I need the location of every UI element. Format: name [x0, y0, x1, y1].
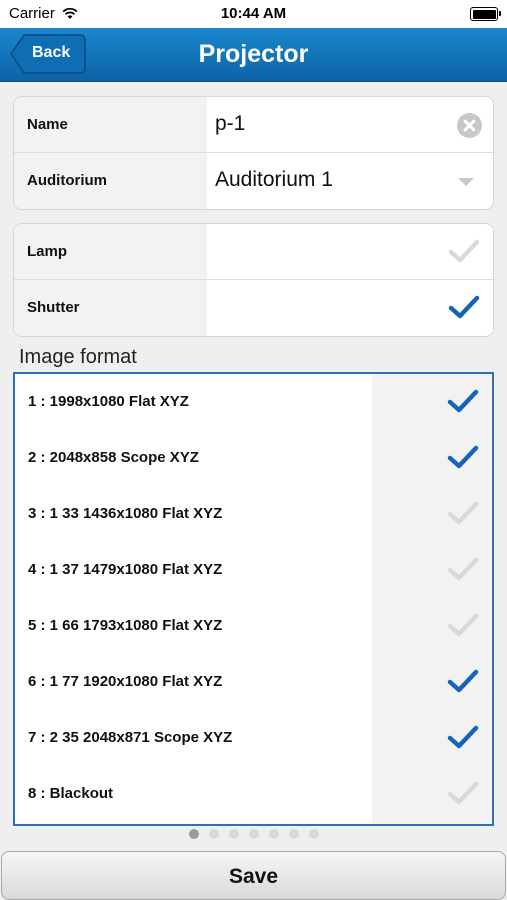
- list-item[interactable]: 5 : 1 66 1793x1080 Flat XYZ: [15, 598, 492, 654]
- clock: 10:44 AM: [220, 5, 287, 22]
- list-item[interactable]: 1 : 1998x1080 Flat XYZ: [15, 374, 492, 430]
- save-button[interactable]: Save: [1, 851, 506, 900]
- check-icon[interactable]: [447, 500, 479, 526]
- format-label: 4 : 1 37 1479x1080 Flat XYZ: [28, 561, 223, 578]
- name-field[interactable]: p-1: [207, 97, 493, 152]
- list-item[interactable]: 7 : 2 35 2048x871 Scope XYZ: [15, 710, 492, 766]
- shutter-row[interactable]: Shutter: [14, 280, 493, 336]
- list-item[interactable]: 4 : 1 37 1479x1080 Flat XYZ: [15, 542, 492, 598]
- image-format-heading: Image format: [19, 346, 137, 368]
- clear-icon[interactable]: [457, 113, 482, 138]
- lamp-check-icon[interactable]: [448, 238, 480, 264]
- auditorium-label: Auditorium: [27, 172, 107, 189]
- navigation-bar: Back Projector: [0, 28, 507, 82]
- dropdown-arrow-icon: [458, 178, 474, 186]
- page-dot[interactable]: [228, 829, 239, 839]
- check-icon[interactable]: [447, 612, 479, 638]
- check-icon[interactable]: [447, 668, 479, 694]
- check-icon[interactable]: [447, 444, 479, 470]
- format-label: 2 : 2048x858 Scope XYZ: [28, 449, 199, 466]
- list-item[interactable]: 2 : 2048x858 Scope XYZ: [15, 430, 492, 486]
- auditorium-select[interactable]: Auditorium 1: [207, 153, 493, 209]
- list-item[interactable]: 6 : 1 77 1920x1080 Flat XYZ: [15, 654, 492, 710]
- details-card: Name p-1 Auditorium Auditorium 1: [13, 96, 494, 210]
- page-dot[interactable]: [208, 829, 219, 839]
- list-item[interactable]: 8 : Blackout: [15, 766, 492, 822]
- check-icon[interactable]: [447, 780, 479, 806]
- list-item[interactable]: 3 : 1 33 1436x1080 Flat XYZ: [15, 486, 492, 542]
- check-icon[interactable]: [447, 556, 479, 582]
- save-button-label: Save: [228, 865, 279, 888]
- page-dot[interactable]: [268, 829, 279, 839]
- status-bar: Carrier 10:44 AM: [0, 0, 507, 28]
- check-icon[interactable]: [447, 388, 479, 414]
- shutter-label: Shutter: [27, 299, 80, 316]
- check-icon[interactable]: [447, 724, 479, 750]
- battery-icon: [470, 7, 501, 21]
- format-label: 6 : 1 77 1920x1080 Flat XYZ: [28, 673, 223, 690]
- name-label: Name: [27, 116, 68, 133]
- auditorium-value: Auditorium 1: [215, 168, 333, 191]
- lamp-label: Lamp: [27, 243, 68, 260]
- page-dot[interactable]: [188, 829, 199, 839]
- image-format-list[interactable]: 1 : 1998x1080 Flat XYZ 2 : 2048x858 Scop…: [13, 372, 494, 826]
- format-label: 1 : 1998x1080 Flat XYZ: [28, 393, 189, 410]
- page-title: Projector: [198, 40, 309, 68]
- name-row: Name p-1: [14, 97, 493, 153]
- page-dot[interactable]: [248, 829, 259, 839]
- name-value: p-1: [215, 112, 246, 135]
- auditorium-row: Auditorium Auditorium 1: [14, 153, 493, 209]
- page-dot[interactable]: [308, 829, 319, 839]
- format-label: 7 : 2 35 2048x871 Scope XYZ: [28, 729, 233, 746]
- toggles-card: Lamp Shutter: [13, 223, 494, 337]
- page-dot[interactable]: [288, 829, 299, 839]
- lamp-row[interactable]: Lamp: [14, 224, 493, 280]
- page-indicator[interactable]: [0, 829, 507, 841]
- format-label: 8 : Blackout: [28, 785, 114, 802]
- shutter-check-icon[interactable]: [448, 294, 480, 320]
- format-label: 5 : 1 66 1793x1080 Flat XYZ: [28, 617, 223, 634]
- format-label: 3 : 1 33 1436x1080 Flat XYZ: [28, 505, 223, 522]
